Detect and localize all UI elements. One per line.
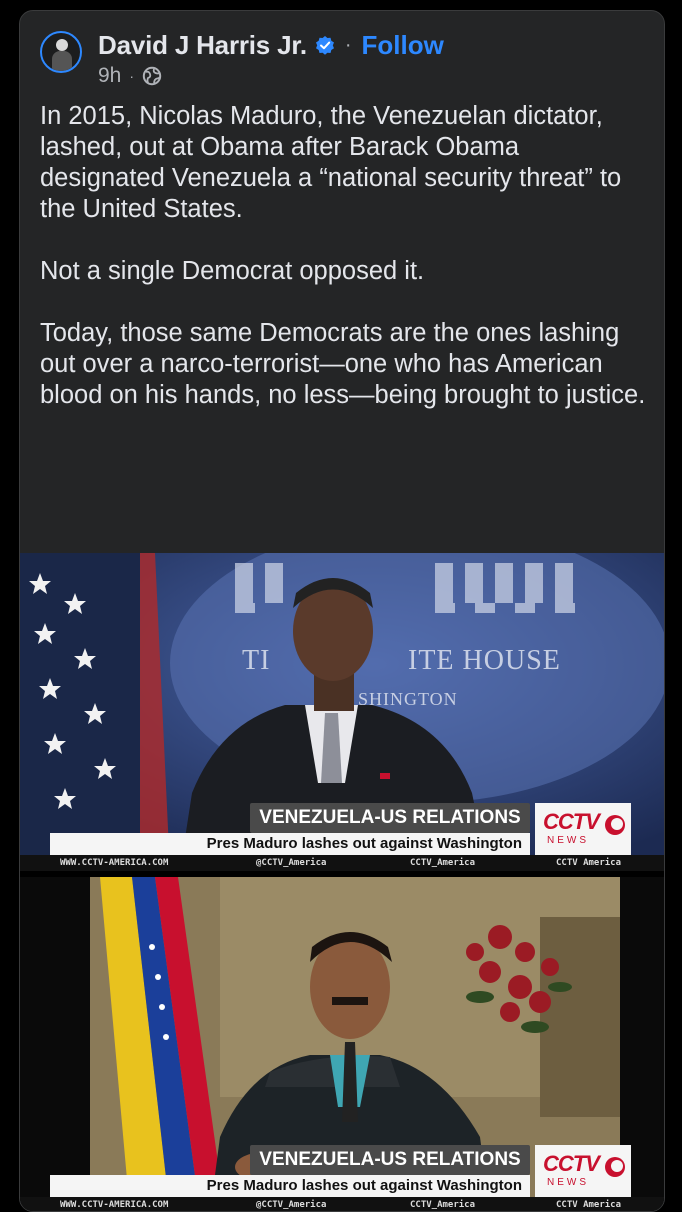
- lower-third-social-bar: WWW.CCTV-AMERICA.COM @CCTV_America CCTV_…: [20, 1197, 664, 1211]
- cctv-swirl-icon: [605, 815, 625, 835]
- post-media[interactable]: TI ITE HOUSE SHINGTON VENEZUELA-US RELAT…: [20, 553, 664, 1211]
- post-header: David J Harris Jr. · Follow 9h ·: [40, 29, 640, 89]
- globe-icon: [142, 66, 162, 86]
- twitter-handle: @CCTV_America: [256, 858, 327, 868]
- verified-badge-icon: [315, 36, 334, 55]
- avatar-head: [56, 39, 68, 51]
- author-row: David J Harris Jr. · Follow: [98, 29, 444, 61]
- cctv-logo-subtext: NEWS: [547, 1177, 589, 1188]
- cctv-logo-text: CCTV: [543, 809, 600, 834]
- backdrop-text: ITE HOUSE: [408, 645, 561, 677]
- post-paragraph: Today, those same Democrats are the ones…: [40, 319, 646, 409]
- meta-separator: ·: [129, 68, 135, 84]
- youtube-handle: CCTV America: [556, 858, 622, 868]
- backdrop-subtext: SHINGTON: [358, 689, 458, 710]
- lower-third-title: VENEZUELA-US RELATIONS: [250, 803, 530, 833]
- post-paragraph: Not a single Democrat opposed it.: [40, 257, 425, 285]
- facebook-handle: CCTV_America: [410, 1200, 476, 1210]
- post-timestamp[interactable]: 9h: [98, 64, 121, 88]
- cctv-swirl-icon: [605, 1157, 625, 1177]
- lower-third-title: VENEZUELA-US RELATIONS: [250, 1145, 530, 1175]
- website-text: WWW.CCTV-AMERICA.COM: [60, 858, 169, 868]
- lower-third-social-bar: WWW.CCTV-AMERICA.COM @CCTV_America CCTV_…: [20, 855, 664, 871]
- post-card: David J Harris Jr. · Follow 9h · In 2015…: [19, 10, 665, 1212]
- video-frame-obama[interactable]: TI ITE HOUSE SHINGTON VENEZUELA-US RELAT…: [20, 553, 664, 871]
- website-text: WWW.CCTV-AMERICA.COM: [60, 1200, 169, 1210]
- cctv-logo-text: CCTV: [543, 1151, 600, 1176]
- cctv-logo: CCTV NEWS: [535, 1145, 631, 1197]
- lower-third-subtitle: Pres Maduro lashes out against Washingto…: [50, 833, 530, 855]
- follow-button[interactable]: Follow: [362, 30, 444, 61]
- author-name[interactable]: David J Harris Jr.: [98, 30, 307, 61]
- backdrop-text-left: TI: [242, 645, 271, 676]
- backdrop-text-city: SHINGTON: [358, 689, 458, 709]
- news-lower-third: VENEZUELA-US RELATIONS Pres Maduro lashe…: [20, 803, 664, 871]
- youtube-handle: CCTV America: [556, 1200, 622, 1210]
- post-body: In 2015, Nicolas Maduro, the Venezuelan …: [40, 101, 650, 442]
- author-avatar[interactable]: [40, 31, 82, 73]
- header-separator: ·: [344, 33, 352, 56]
- cctv-logo-subtext: NEWS: [547, 835, 589, 846]
- backdrop-text: TI: [242, 645, 270, 677]
- facebook-handle: CCTV_America: [410, 858, 476, 868]
- video-frame-maduro[interactable]: VENEZUELA-US RELATIONS Pres Maduro lashe…: [20, 877, 664, 1211]
- news-lower-third: VENEZUELA-US RELATIONS Pres Maduro lashe…: [20, 1145, 664, 1211]
- avatar-body: [52, 51, 72, 71]
- post-paragraph: In 2015, Nicolas Maduro, the Venezuelan …: [40, 102, 622, 223]
- lower-third-subtitle: Pres Maduro lashes out against Washingto…: [50, 1175, 530, 1197]
- cctv-logo: CCTV NEWS: [535, 803, 631, 855]
- twitter-handle: @CCTV_America: [256, 1200, 327, 1210]
- backdrop-text-right: ITE HOUSE: [408, 645, 561, 676]
- post-meta: 9h ·: [98, 63, 162, 89]
